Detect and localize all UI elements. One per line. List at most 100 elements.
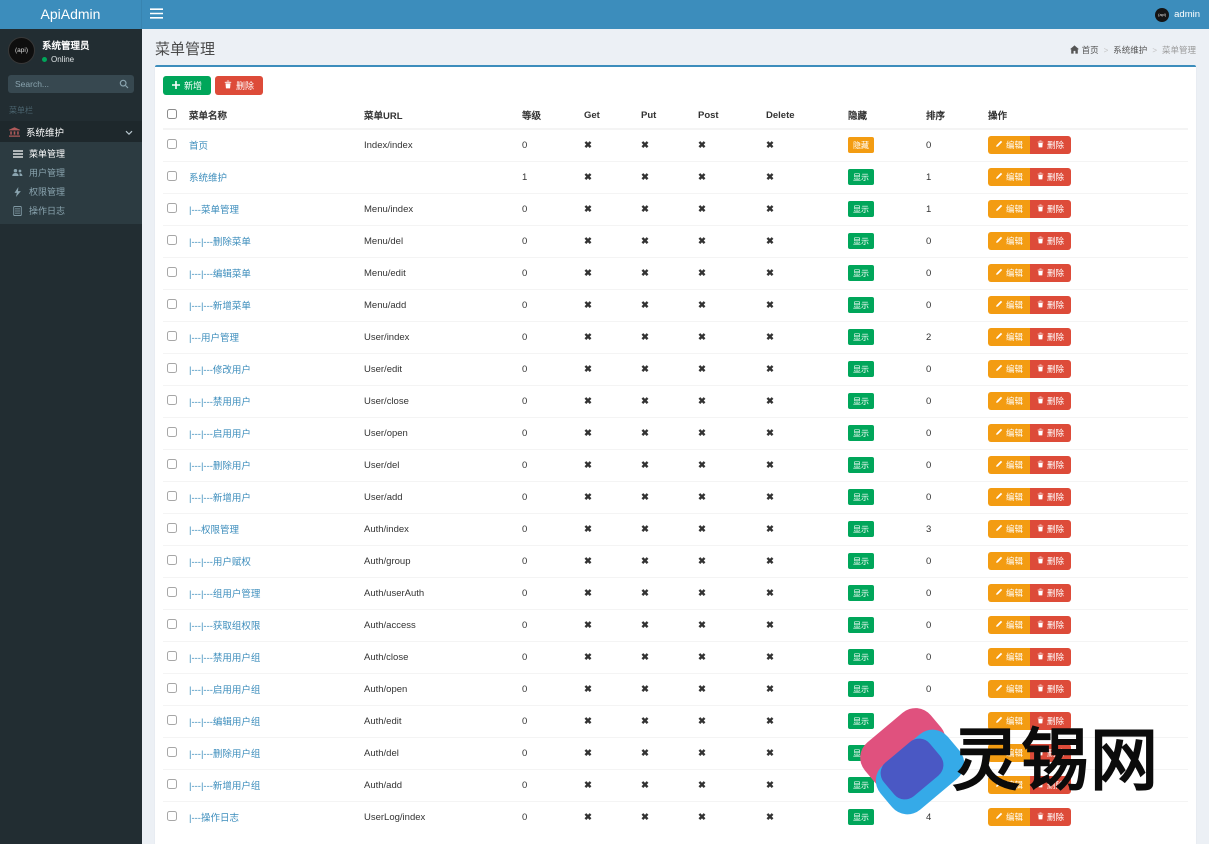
row-checkbox[interactable] [167, 459, 177, 469]
row-delete-button[interactable]: 删除 [1030, 456, 1071, 474]
row-checkbox[interactable] [167, 203, 177, 213]
menu-name-link[interactable]: 系统维护 [189, 173, 227, 184]
row-checkbox[interactable] [167, 331, 177, 341]
edit-button[interactable]: 编辑 [988, 296, 1030, 314]
menu-name-link[interactable]: |---|---删除用户 [189, 461, 251, 472]
edit-button[interactable]: 编辑 [988, 136, 1030, 154]
row-checkbox[interactable] [167, 779, 177, 789]
menu-name-link[interactable]: |---|---用户赋权 [189, 557, 251, 568]
add-button[interactable]: 新增 [163, 76, 211, 95]
row-delete-button[interactable]: 删除 [1030, 392, 1071, 410]
row-checkbox[interactable] [167, 491, 177, 501]
edit-button[interactable]: 编辑 [988, 616, 1030, 634]
row-checkbox[interactable] [167, 427, 177, 437]
menu-name-link[interactable]: 首页 [189, 141, 208, 152]
row-delete-button[interactable]: 删除 [1030, 520, 1071, 538]
row-delete-button[interactable]: 删除 [1030, 200, 1071, 218]
brand-logo[interactable]: ApiAdmin [0, 0, 142, 29]
menu-name-link[interactable]: |---|---启用用户组 [189, 685, 260, 696]
sidebar-item-bolt[interactable]: 权限管理 [0, 182, 142, 201]
edit-button[interactable]: 编辑 [988, 488, 1030, 506]
visibility-badge[interactable]: 显示 [848, 681, 874, 697]
visibility-badge[interactable]: 显示 [848, 361, 874, 377]
menu-name-link[interactable]: |---用户管理 [189, 333, 239, 344]
edit-button[interactable]: 编辑 [988, 680, 1030, 698]
row-delete-button[interactable]: 删除 [1030, 552, 1071, 570]
row-delete-button[interactable]: 删除 [1030, 488, 1071, 506]
row-checkbox[interactable] [167, 619, 177, 629]
breadcrumb-home[interactable]: 首页 [1070, 44, 1099, 56]
visibility-badge[interactable]: 隐藏 [848, 137, 874, 153]
menu-name-link[interactable]: |---|---禁用用户组 [189, 653, 260, 664]
row-checkbox[interactable] [167, 555, 177, 565]
visibility-badge[interactable]: 显示 [848, 617, 874, 633]
visibility-badge[interactable]: 显示 [848, 553, 874, 569]
search-button[interactable] [114, 75, 134, 93]
row-delete-button[interactable]: 删除 [1030, 296, 1071, 314]
sidebar-item-menu-bars[interactable]: 菜单管理 [0, 144, 142, 163]
row-checkbox[interactable] [167, 139, 177, 149]
breadcrumb-system[interactable]: 系统维护 [1113, 44, 1147, 56]
visibility-badge[interactable]: 显示 [848, 521, 874, 537]
menu-name-link[interactable]: |---|---启用用户 [189, 429, 251, 440]
row-delete-button[interactable]: 删除 [1030, 232, 1071, 250]
row-checkbox[interactable] [167, 811, 177, 821]
edit-button[interactable]: 编辑 [988, 264, 1030, 282]
row-checkbox[interactable] [167, 651, 177, 661]
sidebar-toggle-button[interactable] [142, 0, 170, 29]
visibility-badge[interactable]: 显示 [848, 265, 874, 281]
row-checkbox[interactable] [167, 683, 177, 693]
row-checkbox[interactable] [167, 587, 177, 597]
visibility-badge[interactable]: 显示 [848, 169, 874, 185]
edit-button[interactable]: 编辑 [988, 424, 1030, 442]
edit-button[interactable]: 编辑 [988, 200, 1030, 218]
menu-name-link[interactable]: |---|---删除菜单 [189, 237, 251, 248]
row-checkbox[interactable] [167, 299, 177, 309]
row-checkbox[interactable] [167, 235, 177, 245]
row-delete-button[interactable]: 删除 [1030, 424, 1071, 442]
menu-name-link[interactable]: |---|---新增用户组 [189, 781, 260, 792]
edit-button[interactable]: 编辑 [988, 456, 1030, 474]
edit-button[interactable]: 编辑 [988, 360, 1030, 378]
menu-name-link[interactable]: |---|---修改用户 [189, 365, 251, 376]
menu-name-link[interactable]: |---菜单管理 [189, 205, 239, 216]
menu-name-link[interactable]: |---权限管理 [189, 525, 239, 536]
row-checkbox[interactable] [167, 395, 177, 405]
visibility-badge[interactable]: 显示 [848, 585, 874, 601]
row-checkbox[interactable] [167, 715, 177, 725]
visibility-badge[interactable]: 显示 [848, 297, 874, 313]
menu-name-link[interactable]: |---|---获取组权限 [189, 621, 260, 632]
row-delete-button[interactable]: 删除 [1030, 360, 1071, 378]
menu-name-link[interactable]: |---|---编辑菜单 [189, 269, 251, 280]
row-checkbox[interactable] [167, 363, 177, 373]
row-delete-button[interactable]: 删除 [1030, 328, 1071, 346]
menu-name-link[interactable]: |---|---新增菜单 [189, 301, 251, 312]
sidebar-item-system-maintenance[interactable]: 系统维护 [0, 121, 142, 142]
navbar-user-menu[interactable]: (api) admin [1155, 0, 1200, 29]
sidebar-item-log[interactable]: 操作日志 [0, 201, 142, 220]
edit-button[interactable]: 编辑 [988, 520, 1030, 538]
visibility-badge[interactable]: 显示 [848, 425, 874, 441]
edit-button[interactable]: 编辑 [988, 392, 1030, 410]
menu-name-link[interactable]: |---|---禁用用户 [189, 397, 251, 408]
row-checkbox[interactable] [167, 747, 177, 757]
row-delete-button[interactable]: 删除 [1030, 648, 1071, 666]
menu-name-link[interactable]: |---操作日志 [189, 813, 239, 824]
search-input[interactable] [8, 75, 114, 93]
menu-name-link[interactable]: |---|---删除用户组 [189, 749, 260, 760]
visibility-badge[interactable]: 显示 [848, 329, 874, 345]
sidebar-item-users[interactable]: 用户管理 [0, 163, 142, 182]
row-checkbox[interactable] [167, 171, 177, 181]
menu-name-link[interactable]: |---|---新增用户 [189, 493, 251, 504]
row-delete-button[interactable]: 删除 [1030, 264, 1071, 282]
bulk-delete-button[interactable]: 删除 [215, 76, 263, 95]
row-delete-button[interactable]: 删除 [1030, 136, 1071, 154]
edit-button[interactable]: 编辑 [988, 584, 1030, 602]
visibility-badge[interactable]: 显示 [848, 201, 874, 217]
visibility-badge[interactable]: 显示 [848, 489, 874, 505]
visibility-badge[interactable]: 显示 [848, 457, 874, 473]
edit-button[interactable]: 编辑 [988, 168, 1030, 186]
row-delete-button[interactable]: 删除 [1030, 680, 1071, 698]
edit-button[interactable]: 编辑 [988, 328, 1030, 346]
edit-button[interactable]: 编辑 [988, 232, 1030, 250]
